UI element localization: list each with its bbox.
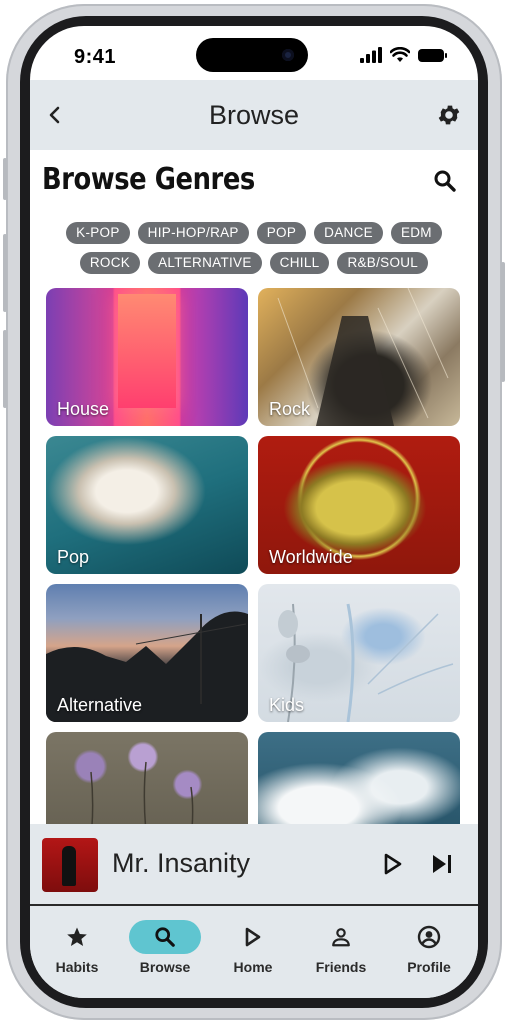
tab-home[interactable]: Home [213, 920, 293, 980]
skip-next-button[interactable] [430, 852, 454, 876]
tab-home-label: Home [233, 959, 273, 975]
star-icon [67, 927, 87, 946]
genre-tile-label: Alternative [57, 695, 143, 715]
tab-habits-label: Habits [55, 959, 99, 975]
tab-browse-pill [129, 920, 201, 954]
chip-alternative[interactable]: ALTERNATIVE [148, 252, 262, 274]
tab-friends-label: Friends [315, 959, 367, 975]
search-icon [434, 170, 456, 192]
track-title: Mr. Insanity [112, 848, 251, 878]
chip-k-pop[interactable]: K-POP [66, 222, 130, 244]
section-heading: Browse Genres [42, 162, 255, 197]
nav-header: Browse [30, 80, 478, 150]
battery-icon [418, 48, 447, 62]
tab-habits-pill [41, 920, 113, 954]
genre-tile-label: Rock [269, 399, 311, 419]
genre-tile-kids[interactable]: Kids [258, 584, 460, 722]
tab-profile-pill [393, 920, 465, 954]
camera-icon [282, 49, 294, 61]
genre-tile-flowers[interactable] [46, 732, 248, 828]
action-button [3, 158, 7, 200]
status-icons [360, 46, 447, 64]
genre-tile-worldwide[interactable]: Worldwide [258, 436, 460, 574]
album-art [42, 838, 98, 892]
play-button[interactable] [382, 852, 404, 876]
tab-habits[interactable]: Habits [37, 920, 117, 980]
genre-tile-label: House [57, 399, 110, 419]
power-button [501, 262, 505, 382]
genre-tile-pop[interactable]: Pop [46, 436, 248, 574]
genre-tile-house[interactable]: House [46, 288, 248, 426]
genre-chips-row-2: ROCK ALTERNATIVE CHILL R&B/SOUL [30, 252, 478, 274]
volume-up-button [3, 234, 7, 312]
genre-tile-label: Pop [57, 547, 90, 567]
genre-tile-label: Kids [269, 695, 305, 715]
album-art-figure [62, 846, 76, 886]
gear-icon [438, 105, 460, 125]
person-icon [332, 928, 350, 947]
volume-down-button [3, 330, 7, 408]
genre-chips-row-1: K-POP HIP-HOP/RAP POP DANCE EDM [30, 222, 478, 244]
chip-edm[interactable]: EDM [390, 222, 442, 244]
status-bar: 9:41 [30, 26, 478, 80]
genre-grid: House Rock Pop Worldwide Alternative Kid… [46, 288, 462, 828]
tab-browse[interactable]: Browse [125, 920, 205, 980]
mini-player[interactable]: Mr. Insanity [30, 824, 478, 906]
genre-tile-ocean[interactable] [258, 732, 460, 828]
status-time: 9:41 [74, 46, 117, 68]
cellular-signal-icon [360, 47, 382, 63]
chip-hip-hop-rap[interactable]: HIP-HOP/RAP [137, 222, 249, 244]
skip-next-icon [433, 855, 451, 873]
genre-tile-rock[interactable]: Rock [258, 288, 460, 426]
play-icon [245, 927, 261, 947]
page-title: Browse [208, 100, 300, 130]
flowers-image [90, 761, 194, 828]
wifi-icon [390, 47, 410, 62]
tab-friends-pill [305, 920, 377, 954]
tab-friends[interactable]: Friends [301, 920, 381, 980]
search-button[interactable] [430, 166, 460, 196]
genre-tile-alternative[interactable]: Alternative [46, 584, 248, 722]
genre-tile-label: Worldwide [269, 547, 353, 567]
search-icon [155, 927, 175, 947]
tab-home-pill [217, 920, 289, 954]
play-icon [384, 853, 402, 875]
tab-browse-label: Browse [139, 959, 191, 975]
tab-bar: Habits Browse Home Friends Profile [30, 906, 478, 998]
settings-button[interactable] [434, 100, 464, 130]
chip-pop[interactable]: POP [256, 222, 307, 244]
chip-rock[interactable]: ROCK [79, 252, 141, 274]
chip-dance[interactable]: DANCE [314, 222, 383, 244]
profile-circle-icon [417, 925, 441, 949]
chip-chill[interactable]: CHILL [269, 252, 330, 274]
tab-profile[interactable]: Profile [389, 920, 469, 980]
tab-profile-label: Profile [407, 959, 451, 975]
dynamic-island [196, 38, 308, 72]
app-screen: 9:41 Browse Browse Genres K-POP HIP-HOP/… [30, 26, 478, 998]
chip-rnb-soul[interactable]: R&B/SOUL [337, 252, 429, 274]
